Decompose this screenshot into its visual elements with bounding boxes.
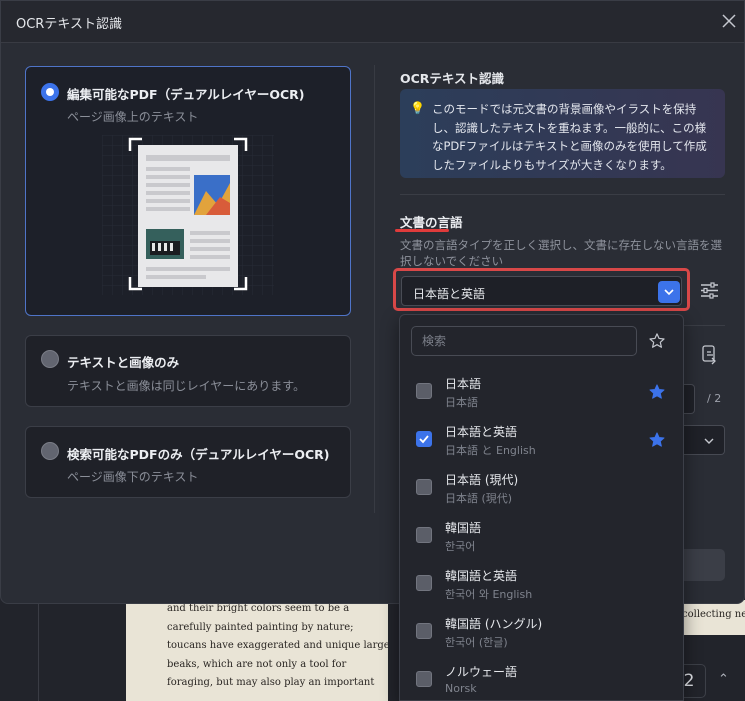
star-filled-icon[interactable] (648, 431, 666, 449)
language-native-name: 日本語 (445, 396, 478, 409)
selected-language: 日本語と英語 (413, 287, 486, 301)
radio-editable-pdf[interactable] (41, 83, 59, 101)
mode-subtitle: テキストと画像は同じレイヤーにあります。 (67, 379, 306, 393)
language-item[interactable]: 韓国語 한국어 (400, 514, 683, 562)
language-checkbox[interactable] (416, 575, 432, 591)
page-range-input[interactable] (683, 384, 695, 414)
language-native-name: 日本語 (現代) (445, 492, 513, 505)
language-item[interactable]: 日本語 (現代) 日本語 (現代) (400, 466, 683, 514)
document-text-line: beaks, which are not only a tool for (167, 658, 347, 670)
sliders-icon[interactable] (700, 281, 719, 300)
info-text: このモードでは元文書の背景画像やイラストを保持し、認識したテキストを重ねます。一… (432, 102, 707, 172)
info-box: 💡 このモードでは元文書の背景画像やイラストを保持し、認識したテキストを重ねます… (400, 89, 725, 178)
vertical-divider (374, 65, 375, 513)
language-checkbox[interactable] (416, 383, 432, 399)
star-outline-icon[interactable] (648, 332, 666, 350)
page-range-select[interactable] (683, 425, 725, 455)
dialog-title: OCRテキスト認識 (16, 17, 122, 32)
language-item[interactable]: 韓国語と英語 한국어 와 English (400, 562, 683, 610)
document-preview-illustration (102, 135, 274, 295)
mode-subtitle: ページ画像上のテキスト (67, 110, 199, 124)
language-item[interactable]: 日本語と英語日本語 と English (400, 418, 683, 466)
background-document-page: and their bright colors seem to be a car… (126, 600, 388, 701)
language-native-name: 日本語 と English (445, 444, 536, 457)
language-name: 日本語 (445, 377, 482, 391)
mode-option-searchable-pdf[interactable]: 検索可能なPDFのみ（デュアルレイヤーOCR) ページ画像下のテキスト (25, 426, 351, 498)
document-text-line: toucans have exaggerated and unique larg… (167, 640, 388, 651)
language-item[interactable]: ノルウェー語 Norsk (400, 658, 683, 700)
language-checkbox[interactable] (416, 431, 432, 447)
language-name: 韓国語 (ハングル) (445, 617, 543, 631)
mode-title: 編集可能なPDF（デュアルレイヤーOCR) (67, 87, 305, 102)
background-divider (38, 604, 39, 701)
language-checkbox[interactable] (416, 527, 432, 543)
background-document-page-2: collecting nec (676, 600, 745, 635)
language-checkbox[interactable] (416, 671, 432, 687)
language-name: 韓国語と英語 (445, 569, 518, 583)
language-checkbox[interactable] (416, 623, 432, 639)
mode-title: テキストと画像のみ (67, 355, 180, 370)
language-select[interactable]: 日本語と英語 (401, 276, 682, 306)
language-native-name: 한국어 (한글) (445, 636, 508, 649)
section-divider (400, 194, 725, 195)
chevron-up-icon[interactable]: ⌃ (718, 672, 729, 687)
lightbulb-icon: 💡 (410, 101, 425, 115)
chevron-down-icon[interactable] (658, 281, 680, 303)
mode-option-text-and-images[interactable]: テキストと画像のみ テキストと画像は同じレイヤーにあります。 (25, 335, 351, 407)
page-total: / 2 (707, 392, 722, 405)
language-native-name: Norsk (445, 682, 477, 695)
document-text-line: foraging, but may also play an important (167, 677, 375, 688)
document-convert-icon[interactable] (701, 345, 719, 365)
language-item[interactable]: 韓国語 (ハングル) 한국어 (한글) (400, 610, 683, 658)
language-dropdown: 日本語日本語日本語と英語日本語 と English日本語 (現代)日本語 (現代… (399, 314, 684, 701)
language-name: 韓国語 (445, 521, 482, 535)
close-icon[interactable] (720, 12, 738, 30)
language-name: ノルウェー語 (445, 665, 518, 679)
radio-searchable-pdf[interactable] (41, 442, 59, 460)
star-filled-icon[interactable] (648, 383, 666, 401)
radio-text-and-images[interactable] (41, 350, 59, 368)
language-name: 日本語と英語 (445, 425, 518, 439)
language-item[interactable]: 日本語 日本語 (400, 370, 683, 418)
document-text-line: carefully painted painting by nature; (167, 621, 354, 633)
mode-subtitle: ページ画像下のテキスト (67, 470, 199, 484)
language-checkbox[interactable] (416, 479, 432, 495)
apply-button[interactable] (683, 549, 725, 581)
dialog-titlebar: OCRテキスト認識 (1, 1, 744, 43)
language-search-input[interactable] (411, 326, 637, 356)
language-native-name: 한국어 와 English (445, 588, 533, 601)
mode-option-editable-pdf[interactable]: 編集可能なPDF（デュアルレイヤーOCR) ページ画像上のテキスト (25, 66, 351, 316)
mode-title: 検索可能なPDFのみ（デュアルレイヤーOCR) (67, 447, 330, 462)
language-description: 文書の言語タイプを正しく選択し、文書に存在しない言語を選択しないでください (400, 238, 722, 268)
chevron-down-icon (704, 438, 714, 444)
section-divider (683, 325, 725, 326)
annotation-underline (395, 229, 449, 232)
language-native-name: 한국어 (445, 540, 476, 553)
panel-title: OCRテキスト認識 (400, 71, 505, 86)
language-name: 日本語 (現代) (445, 473, 519, 487)
